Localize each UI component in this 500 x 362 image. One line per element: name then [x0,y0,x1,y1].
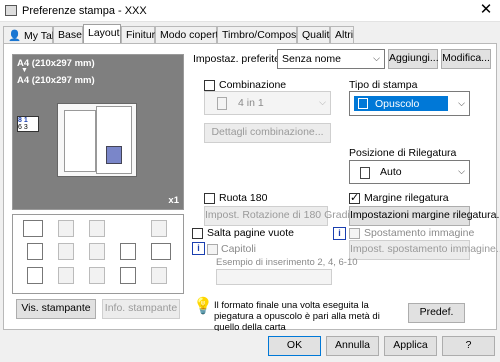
booklet-fold-mark [106,146,122,164]
combination-icon[interactable] [58,220,74,237]
chapters-hint: Esempio di inserimento 2, 4, 6-10 [216,257,358,268]
overlay-icon[interactable] [120,243,136,260]
tab-finitura[interactable]: Finitura [121,26,161,43]
image-shift-settings-button[interactable]: Impost. spostamento immagine... [349,240,500,260]
favorite-settings-select[interactable]: Senza nome ⌵ [277,49,385,69]
copy-set-icon[interactable] [120,267,136,284]
tab-modo-copertina[interactable]: Modo copertina [155,26,232,43]
print-type-label: Tipo di stampa [349,79,418,91]
down-arrow-icon: ▼ [21,67,28,74]
skip-blank-pages-label: Salta pagine vuote [207,227,294,239]
ok-button[interactable]: OK [268,336,321,356]
tab-base[interactable]: Base [53,26,83,43]
add-favorite-button[interactable]: Aggiungi... [388,49,439,69]
chevron-down-icon: ⌵ [373,53,380,63]
rotate-180-settings-button[interactable]: Impost. Rotazione di 180 Gradi... [204,206,359,226]
tab-qualita[interactable]: Qualità [297,26,335,43]
chapters-label: Capitoli [221,243,257,255]
combination-select[interactable]: 4 in 1 ⌵ [204,91,331,115]
tab-timbro-composizione[interactable]: Timbro/Composizione [217,26,324,43]
apply-button[interactable]: Applica [384,336,437,356]
tab-altri[interactable]: Altri [330,26,354,43]
watermark-icon[interactable] [151,243,171,260]
fold-icon[interactable] [151,267,167,284]
favorite-settings-label: Impostaz. preferite [193,53,280,65]
print-type-value: Opuscolo [375,98,420,110]
combination-details-button[interactable]: Dettagli combinazione... [204,123,331,143]
tab-layout[interactable]: Layout [83,24,121,44]
copies-count: x1 [168,195,179,206]
booklet-page-left [64,110,96,172]
text-stamp-icon[interactable] [89,243,105,260]
chevron-down-icon: ⌵ [458,166,465,176]
binding-position-select[interactable]: Auto ⌵ [349,160,470,184]
defaults-button[interactable]: Predef. [408,303,465,323]
binding-position-label: Posizione di Rilegatura [349,147,457,159]
image-shift-label: Spostamento immagine [364,227,475,239]
pages-grid-icon [217,97,227,110]
preview-area: A4 (210x297 mm) ▼ A4 (210x297 mm) 8 16 3… [12,54,184,210]
skip-blank-pages-checkbox[interactable] [192,228,203,239]
rotate-180-checkbox[interactable] [204,193,215,204]
binding-margin-checkbox[interactable] [349,191,360,204]
combination-value: 4 in 1 [238,97,264,109]
function-icon-grid [12,214,184,294]
info-icon: i [192,242,205,255]
user-icon: 👤 [8,30,22,42]
rotate-180-label: Ruota 180 [219,192,268,204]
booklet-icon [358,98,368,109]
cover-sheet-icon[interactable] [27,267,43,284]
window-title: Preferenze stampa - XXX [22,5,147,17]
printer-icon [5,5,17,16]
paper-size-top: A4 (210x297 mm) [17,58,95,69]
duplex-icon[interactable] [27,243,43,260]
lightbulb-icon: 💡 [193,298,213,315]
image-shift-checkbox[interactable] [349,228,360,239]
info-message: Il formato finale una volta eseguita la … [214,300,380,333]
chapters-checkbox[interactable] [207,244,218,255]
print-type-select[interactable]: Opuscolo ⌵ [349,91,470,116]
cancel-button[interactable]: Annulla [326,336,379,356]
tab-my-tab[interactable]: 👤 My Tab [3,26,58,43]
binding-page-icon [360,167,370,179]
punch-icon[interactable] [151,220,167,237]
combination-label: Combinazione [219,79,287,91]
chevron-down-icon: ⌵ [458,98,465,108]
poster-icon[interactable] [58,243,74,260]
booklet-layout-icon[interactable] [23,220,43,237]
view-printer-button[interactable]: Vis. stampante [16,299,96,319]
binding-position-value: Auto [380,166,402,178]
combination-checkbox[interactable] [204,80,215,91]
info-icon: i [333,227,346,240]
close-button[interactable]: ✕ [478,2,494,19]
info-printer-button[interactable]: Info. stampante [102,299,180,319]
title-bar: Preferenze stampa - XXX ✕ [0,0,500,22]
booklet-preview [57,103,137,177]
chapters-input[interactable] [216,269,332,285]
page-order-icon: 8 16 3 [17,116,39,132]
staple-icon[interactable] [89,220,105,237]
chevron-down-icon: ⌵ [319,97,326,107]
help-button[interactable]: ? [442,336,495,356]
user-auth-icon[interactable] [89,267,105,284]
paper-size-bottom: A4 (210x297 mm) [17,75,95,86]
edit-favorite-button[interactable]: Modifica... [441,49,491,69]
secure-print-icon[interactable] [58,267,74,284]
binding-margin-label: Margine rilegatura [364,192,449,204]
binding-margin-settings-button[interactable]: Impostazioni margine rilegatura... [349,206,500,226]
favorite-settings-value: Senza nome [282,53,341,65]
